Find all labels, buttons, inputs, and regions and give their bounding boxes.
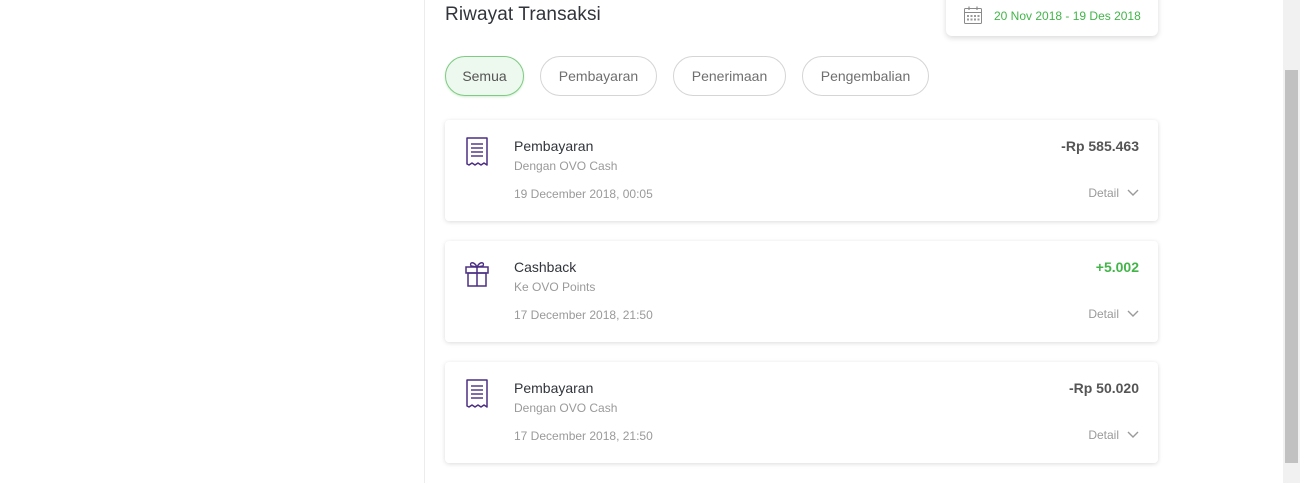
scrollbar-thumb[interactable] bbox=[1285, 70, 1298, 463]
page-gutter bbox=[1178, 0, 1282, 483]
filter-chip-pengembalian[interactable]: Pengembalian bbox=[802, 56, 929, 96]
detail-toggle[interactable]: Detail bbox=[1088, 186, 1139, 200]
transaction-datetime: 17 December 2018, 21:50 bbox=[514, 308, 653, 322]
transaction-subtitle: Dengan OVO Cash bbox=[514, 159, 618, 173]
chevron-down-icon bbox=[1127, 189, 1139, 196]
date-range-picker[interactable]: 20 Nov 2018 - 19 Des 2018 bbox=[946, 0, 1158, 36]
filter-chip-pembayaran[interactable]: Pembayaran bbox=[540, 56, 657, 96]
transaction-card[interactable]: Pembayaran Dengan OVO Cash 17 December 2… bbox=[445, 362, 1158, 463]
receipt-icon bbox=[466, 379, 488, 408]
chevron-down-icon bbox=[1127, 310, 1139, 317]
calendar-icon bbox=[964, 6, 982, 24]
detail-toggle[interactable]: Detail bbox=[1088, 428, 1139, 442]
receipt-icon bbox=[466, 137, 488, 166]
filter-chip-semua[interactable]: Semua bbox=[445, 56, 524, 96]
transaction-amount: -Rp 50.020 bbox=[1068, 380, 1139, 396]
date-range-text: 20 Nov 2018 - 19 Des 2018 bbox=[994, 9, 1141, 23]
detail-label: Detail bbox=[1088, 428, 1119, 442]
transaction-subtitle: Dengan OVO Cash bbox=[514, 401, 618, 415]
transaction-datetime: 19 December 2018, 00:05 bbox=[514, 187, 653, 201]
transaction-card[interactable]: Pembayaran Dengan OVO Cash 19 December 2… bbox=[445, 120, 1158, 221]
transaction-amount: +5.002 bbox=[1095, 259, 1139, 275]
page-title: Riwayat Transaksi bbox=[445, 4, 601, 25]
transaction-title: Pembayaran bbox=[514, 380, 594, 396]
transaction-datetime: 17 December 2018, 21:50 bbox=[514, 429, 653, 443]
transaction-amount: -Rp 585.463 bbox=[1061, 138, 1139, 154]
detail-label: Detail bbox=[1088, 307, 1119, 321]
transaction-title: Pembayaran bbox=[514, 138, 594, 154]
gift-icon bbox=[465, 262, 489, 287]
transaction-subtitle: Ke OVO Points bbox=[514, 280, 596, 294]
transaction-title: Cashback bbox=[514, 259, 577, 275]
detail-label: Detail bbox=[1088, 186, 1119, 200]
detail-toggle[interactable]: Detail bbox=[1088, 307, 1139, 321]
transaction-card[interactable]: Cashback Ke OVO Points 17 December 2018,… bbox=[445, 241, 1158, 342]
filter-chip-penerimaan[interactable]: Penerimaan bbox=[673, 56, 786, 96]
chevron-down-icon bbox=[1127, 431, 1139, 438]
